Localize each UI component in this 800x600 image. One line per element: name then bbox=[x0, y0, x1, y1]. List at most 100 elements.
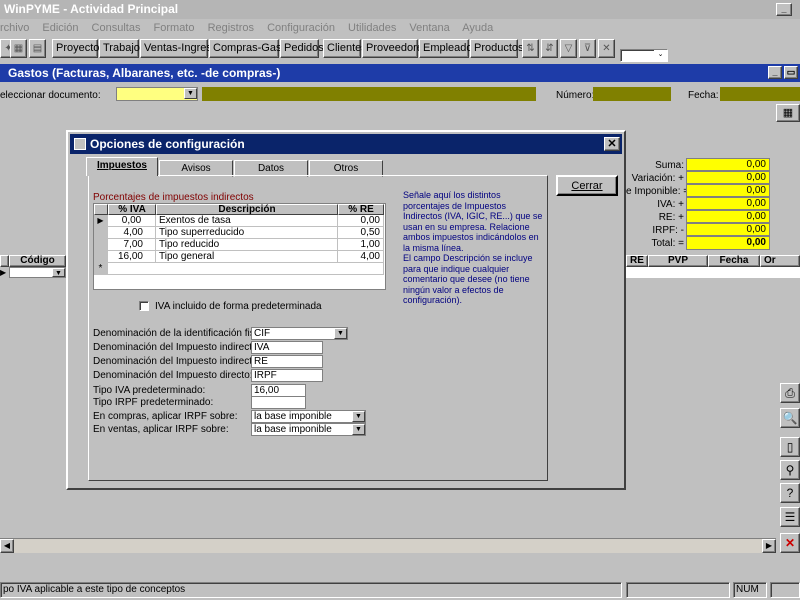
descripcion-column-header[interactable]: Descripción bbox=[156, 204, 338, 215]
origen-column-header[interactable]: Or bbox=[760, 255, 800, 267]
filter-icon[interactable]: ▽ bbox=[560, 39, 577, 58]
help-icon[interactable]: ? bbox=[780, 483, 800, 503]
chevron-down-icon[interactable]: ▼ bbox=[334, 328, 347, 339]
select-document-combo[interactable]: ▼ bbox=[116, 87, 198, 101]
row-selector bbox=[94, 227, 108, 239]
compras-irpf-combo[interactable]: la base imponible ▼ bbox=[251, 410, 366, 423]
total-value: 0,00 bbox=[686, 236, 770, 250]
menu-edicion[interactable]: Edición bbox=[42, 22, 78, 34]
menu-registros[interactable]: Registros bbox=[208, 22, 254, 34]
sort-descending-icon[interactable]: ⇵ bbox=[541, 39, 558, 58]
remove-filter-icon[interactable]: ✕ bbox=[598, 39, 615, 58]
print-icon[interactable]: ⎙ bbox=[780, 383, 800, 403]
grid-cell-iva[interactable]: 16,00 bbox=[108, 251, 156, 263]
grid-cell-iva[interactable]: 7,00 bbox=[108, 239, 156, 251]
grid-cell-re[interactable]: 0,50 bbox=[338, 227, 384, 239]
grid-cell-desc[interactable]: Tipo general bbox=[156, 251, 338, 263]
default-irpf-input[interactable] bbox=[251, 396, 306, 409]
child-minimize-button[interactable]: _ bbox=[768, 66, 782, 79]
app-title-bar: WinPYME - Actividad Principal _ bbox=[0, 0, 800, 19]
total-value: 0,00 bbox=[686, 197, 770, 210]
chevron-down-icon[interactable]: ▼ bbox=[352, 411, 365, 422]
toolbar-empleados[interactable]: Empleados bbox=[419, 39, 478, 58]
field-label: En compras, aplicar IRPF sobre: bbox=[93, 411, 238, 422]
grid-cell-desc[interactable]: Tipo reducido bbox=[156, 239, 338, 251]
pvp-column-header[interactable]: PVP bbox=[648, 255, 708, 267]
row-selector-icon: ▶ bbox=[0, 268, 7, 277]
toolbar-trabajos[interactable]: Trabajos bbox=[99, 39, 145, 58]
tab-avisos-label: Avisos bbox=[181, 163, 211, 174]
child-restore-button[interactable]: ▭ bbox=[784, 66, 798, 79]
form-view-icon[interactable]: ▤ bbox=[29, 39, 46, 58]
tab-datos-label: Datos bbox=[257, 163, 285, 174]
menu-configuracion[interactable]: Configuración bbox=[267, 22, 335, 34]
chevron-down-icon[interactable]: ▼ bbox=[184, 88, 197, 99]
new-row[interactable] bbox=[108, 263, 384, 275]
toolbar-compras-gastos[interactable]: Compras-Gastos bbox=[209, 39, 296, 58]
status-panel bbox=[626, 582, 730, 598]
menu-ayuda[interactable]: Ayuda bbox=[462, 22, 493, 34]
menu-ventana[interactable]: Ventana bbox=[409, 22, 449, 34]
preview-icon[interactable]: 🔍 bbox=[780, 408, 800, 428]
iva-included-checkbox[interactable] bbox=[139, 301, 149, 311]
grid-cell-iva[interactable]: 0,00 bbox=[108, 215, 156, 227]
grid-cell-desc[interactable]: Exentos de tasa bbox=[156, 215, 338, 227]
menu-consultas[interactable]: Consultas bbox=[92, 22, 141, 34]
total-label: e Imponible: = bbox=[626, 186, 690, 197]
gastos-window-title: Gastos (Facturas, Albaranes, etc. -de co… bbox=[0, 64, 800, 82]
cerrar-button[interactable]: Cerrar bbox=[556, 175, 618, 196]
new-document-icon[interactable]: ▯ bbox=[780, 437, 800, 457]
sort-ascending-icon[interactable]: ⇅ bbox=[522, 39, 539, 58]
toolbar-productos[interactable]: Productos bbox=[470, 39, 524, 58]
menu-formato[interactable]: Formato bbox=[154, 22, 195, 34]
find-icon[interactable]: ⚲ bbox=[780, 460, 800, 480]
chevron-down-icon[interactable]: ⌄ bbox=[654, 50, 667, 61]
re-column-label: RE bbox=[630, 255, 644, 266]
indirect-tax-2-input[interactable]: RE bbox=[251, 355, 323, 368]
tab-impuestos[interactable]: Impuestos bbox=[86, 157, 158, 176]
grid-cell-re[interactable]: 1,00 bbox=[338, 239, 384, 251]
indirect-tax-1-input[interactable]: IVA bbox=[251, 341, 323, 354]
re-column-header[interactable]: % RE bbox=[338, 204, 384, 215]
fecha-label: Fecha: bbox=[688, 90, 719, 101]
horizontal-scrollbar[interactable]: ◀ ▶ bbox=[0, 538, 776, 553]
status-panel bbox=[770, 582, 800, 598]
minimize-button[interactable]: _ bbox=[776, 3, 792, 16]
field-label: Denominación del Impuesto indirecto 1: bbox=[93, 342, 269, 353]
search-combo[interactable]: ⌄ bbox=[620, 49, 668, 62]
total-value: 0,00 bbox=[686, 223, 770, 236]
re-column-header[interactable]: RE bbox=[626, 255, 648, 267]
calculator-icon[interactable]: ▦ bbox=[776, 104, 800, 122]
toolbar-proyectos[interactable]: Proyectos bbox=[52, 39, 105, 58]
delete-icon[interactable]: ✕ bbox=[780, 533, 800, 553]
iva-column-header[interactable]: % IVA bbox=[108, 204, 156, 215]
filter-form-icon[interactable]: ⊽ bbox=[579, 39, 596, 58]
grid-cell-desc[interactable]: Tipo superreducido bbox=[156, 227, 338, 239]
direct-tax-input[interactable]: IRPF bbox=[251, 369, 323, 382]
total-value: 0,00 bbox=[686, 184, 770, 197]
row-selector bbox=[94, 239, 108, 251]
grid-cell-re[interactable]: 0,00 bbox=[338, 215, 384, 227]
toolbar-proveedores[interactable]: Proveedores bbox=[362, 39, 428, 58]
tax-grid[interactable]: % IVA Descripción % RE ▶ 0,00 Exentos de… bbox=[93, 203, 386, 290]
list-icon[interactable]: ☰ bbox=[780, 507, 800, 527]
grid-cell-iva[interactable]: 4,00 bbox=[108, 227, 156, 239]
grid-cell-re[interactable]: 4,00 bbox=[338, 251, 384, 263]
total-value: 0,00 bbox=[686, 210, 770, 223]
scroll-left-icon[interactable]: ◀ bbox=[0, 539, 14, 553]
fiscal-id-combo[interactable]: CIF ▼ bbox=[251, 327, 348, 340]
toolbar-clientes[interactable]: Clientes bbox=[323, 39, 367, 58]
grid-view-icon[interactable]: ▦ bbox=[10, 39, 27, 58]
chevron-down-icon[interactable]: ▼ bbox=[52, 268, 65, 277]
menu-archivo[interactable]: rchivo bbox=[0, 22, 29, 34]
fecha-column-header[interactable]: Fecha bbox=[708, 255, 760, 267]
scroll-right-icon[interactable]: ▶ bbox=[762, 539, 776, 553]
chevron-down-icon[interactable]: ▼ bbox=[352, 424, 365, 435]
toolbar-ventas-ingresos[interactable]: Ventas-Ingresos bbox=[140, 39, 224, 58]
codigo-column-header[interactable]: Código bbox=[9, 255, 66, 267]
toolbar-pedidos[interactable]: Pedidos bbox=[280, 39, 324, 58]
dialog-close-button[interactable]: ✕ bbox=[604, 137, 620, 151]
ventas-irpf-combo[interactable]: la base imponible ▼ bbox=[251, 423, 366, 436]
menu-utilidades[interactable]: Utilidades bbox=[348, 22, 396, 34]
codigo-cell[interactable]: ▼ bbox=[9, 267, 66, 278]
